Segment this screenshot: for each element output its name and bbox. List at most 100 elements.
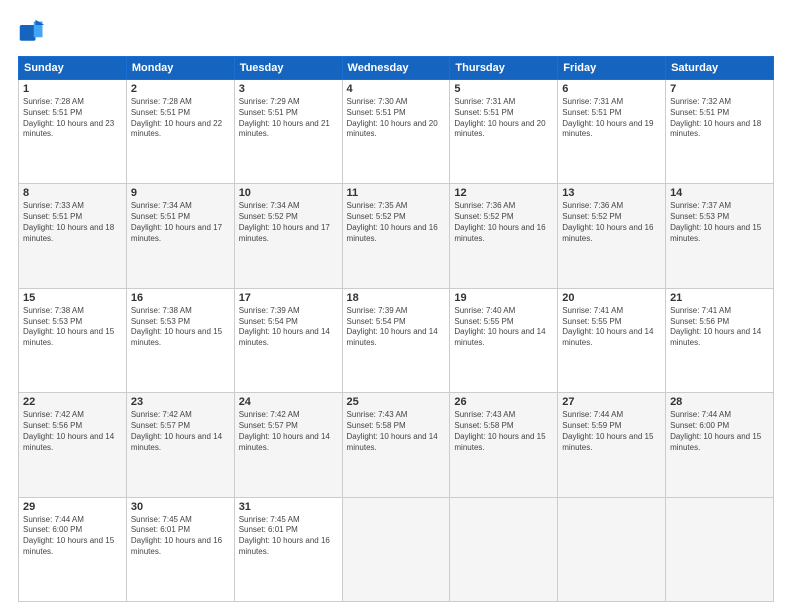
calendar-cell: 12 Sunrise: 7:36 AM Sunset: 5:52 PM Dayl…	[450, 184, 558, 288]
day-number: 27	[562, 396, 661, 408]
day-info: Sunrise: 7:41 AM Sunset: 5:55 PM Dayligh…	[562, 306, 661, 349]
calendar-cell: 19 Sunrise: 7:40 AM Sunset: 5:55 PM Dayl…	[450, 288, 558, 392]
day-number: 17	[239, 292, 338, 304]
day-info: Sunrise: 7:36 AM Sunset: 5:52 PM Dayligh…	[562, 201, 661, 244]
day-number: 14	[670, 187, 769, 199]
day-info: Sunrise: 7:42 AM Sunset: 5:57 PM Dayligh…	[131, 410, 230, 453]
day-number: 26	[454, 396, 553, 408]
header-sunday: Sunday	[19, 57, 127, 80]
calendar-cell: 4 Sunrise: 7:30 AM Sunset: 5:51 PM Dayli…	[342, 80, 450, 184]
day-info: Sunrise: 7:34 AM Sunset: 5:52 PM Dayligh…	[239, 201, 338, 244]
day-number: 6	[562, 83, 661, 95]
calendar-cell: 1 Sunrise: 7:28 AM Sunset: 5:51 PM Dayli…	[19, 80, 127, 184]
day-info: Sunrise: 7:43 AM Sunset: 5:58 PM Dayligh…	[347, 410, 446, 453]
day-info: Sunrise: 7:42 AM Sunset: 5:57 PM Dayligh…	[239, 410, 338, 453]
day-info: Sunrise: 7:45 AM Sunset: 6:01 PM Dayligh…	[131, 515, 230, 558]
calendar-cell: 18 Sunrise: 7:39 AM Sunset: 5:54 PM Dayl…	[342, 288, 450, 392]
day-info: Sunrise: 7:30 AM Sunset: 5:51 PM Dayligh…	[347, 97, 446, 140]
calendar-cell: 25 Sunrise: 7:43 AM Sunset: 5:58 PM Dayl…	[342, 393, 450, 497]
day-number: 24	[239, 396, 338, 408]
logo-icon	[18, 18, 46, 46]
header-monday: Monday	[126, 57, 234, 80]
day-number: 28	[670, 396, 769, 408]
day-info: Sunrise: 7:31 AM Sunset: 5:51 PM Dayligh…	[562, 97, 661, 140]
day-info: Sunrise: 7:44 AM Sunset: 6:00 PM Dayligh…	[670, 410, 769, 453]
day-info: Sunrise: 7:37 AM Sunset: 5:53 PM Dayligh…	[670, 201, 769, 244]
day-number: 30	[131, 501, 230, 513]
day-info: Sunrise: 7:40 AM Sunset: 5:55 PM Dayligh…	[454, 306, 553, 349]
calendar-cell: 29 Sunrise: 7:44 AM Sunset: 6:00 PM Dayl…	[19, 497, 127, 601]
calendar-cell: 30 Sunrise: 7:45 AM Sunset: 6:01 PM Dayl…	[126, 497, 234, 601]
calendar-week-row: 15 Sunrise: 7:38 AM Sunset: 5:53 PM Dayl…	[19, 288, 774, 392]
day-number: 31	[239, 501, 338, 513]
day-info: Sunrise: 7:39 AM Sunset: 5:54 PM Dayligh…	[347, 306, 446, 349]
day-info: Sunrise: 7:39 AM Sunset: 5:54 PM Dayligh…	[239, 306, 338, 349]
day-info: Sunrise: 7:45 AM Sunset: 6:01 PM Dayligh…	[239, 515, 338, 558]
day-info: Sunrise: 7:42 AM Sunset: 5:56 PM Dayligh…	[23, 410, 122, 453]
day-number: 11	[347, 187, 446, 199]
calendar-cell	[450, 497, 558, 601]
weekday-header-row: Sunday Monday Tuesday Wednesday Thursday…	[19, 57, 774, 80]
calendar-cell: 8 Sunrise: 7:33 AM Sunset: 5:51 PM Dayli…	[19, 184, 127, 288]
day-info: Sunrise: 7:44 AM Sunset: 6:00 PM Dayligh…	[23, 515, 122, 558]
calendar-cell: 26 Sunrise: 7:43 AM Sunset: 5:58 PM Dayl…	[450, 393, 558, 497]
calendar-cell: 6 Sunrise: 7:31 AM Sunset: 5:51 PM Dayli…	[558, 80, 666, 184]
calendar-cell: 7 Sunrise: 7:32 AM Sunset: 5:51 PM Dayli…	[666, 80, 774, 184]
day-number: 1	[23, 83, 122, 95]
day-number: 2	[131, 83, 230, 95]
calendar-cell: 15 Sunrise: 7:38 AM Sunset: 5:53 PM Dayl…	[19, 288, 127, 392]
day-number: 18	[347, 292, 446, 304]
day-info: Sunrise: 7:28 AM Sunset: 5:51 PM Dayligh…	[23, 97, 122, 140]
calendar-cell	[342, 497, 450, 601]
day-number: 10	[239, 187, 338, 199]
day-number: 15	[23, 292, 122, 304]
calendar-week-row: 1 Sunrise: 7:28 AM Sunset: 5:51 PM Dayli…	[19, 80, 774, 184]
day-number: 25	[347, 396, 446, 408]
header-wednesday: Wednesday	[342, 57, 450, 80]
header	[18, 18, 774, 46]
day-number: 3	[239, 83, 338, 95]
calendar-cell: 13 Sunrise: 7:36 AM Sunset: 5:52 PM Dayl…	[558, 184, 666, 288]
calendar-cell	[666, 497, 774, 601]
day-number: 4	[347, 83, 446, 95]
header-saturday: Saturday	[666, 57, 774, 80]
header-friday: Friday	[558, 57, 666, 80]
day-info: Sunrise: 7:34 AM Sunset: 5:51 PM Dayligh…	[131, 201, 230, 244]
day-info: Sunrise: 7:28 AM Sunset: 5:51 PM Dayligh…	[131, 97, 230, 140]
day-number: 7	[670, 83, 769, 95]
day-number: 23	[131, 396, 230, 408]
calendar-cell: 9 Sunrise: 7:34 AM Sunset: 5:51 PM Dayli…	[126, 184, 234, 288]
calendar-week-row: 29 Sunrise: 7:44 AM Sunset: 6:00 PM Dayl…	[19, 497, 774, 601]
day-info: Sunrise: 7:36 AM Sunset: 5:52 PM Dayligh…	[454, 201, 553, 244]
day-info: Sunrise: 7:29 AM Sunset: 5:51 PM Dayligh…	[239, 97, 338, 140]
day-number: 9	[131, 187, 230, 199]
day-number: 19	[454, 292, 553, 304]
calendar-cell: 3 Sunrise: 7:29 AM Sunset: 5:51 PM Dayli…	[234, 80, 342, 184]
calendar-table: Sunday Monday Tuesday Wednesday Thursday…	[18, 56, 774, 602]
calendar-cell: 2 Sunrise: 7:28 AM Sunset: 5:51 PM Dayli…	[126, 80, 234, 184]
calendar-week-row: 22 Sunrise: 7:42 AM Sunset: 5:56 PM Dayl…	[19, 393, 774, 497]
calendar-cell: 11 Sunrise: 7:35 AM Sunset: 5:52 PM Dayl…	[342, 184, 450, 288]
calendar-cell: 22 Sunrise: 7:42 AM Sunset: 5:56 PM Dayl…	[19, 393, 127, 497]
day-info: Sunrise: 7:41 AM Sunset: 5:56 PM Dayligh…	[670, 306, 769, 349]
calendar-cell: 10 Sunrise: 7:34 AM Sunset: 5:52 PM Dayl…	[234, 184, 342, 288]
calendar-cell	[558, 497, 666, 601]
day-number: 22	[23, 396, 122, 408]
calendar-cell: 27 Sunrise: 7:44 AM Sunset: 5:59 PM Dayl…	[558, 393, 666, 497]
day-info: Sunrise: 7:43 AM Sunset: 5:58 PM Dayligh…	[454, 410, 553, 453]
day-number: 5	[454, 83, 553, 95]
calendar-cell: 14 Sunrise: 7:37 AM Sunset: 5:53 PM Dayl…	[666, 184, 774, 288]
day-info: Sunrise: 7:33 AM Sunset: 5:51 PM Dayligh…	[23, 201, 122, 244]
logo	[18, 18, 50, 46]
calendar-week-row: 8 Sunrise: 7:33 AM Sunset: 5:51 PM Dayli…	[19, 184, 774, 288]
calendar-cell: 5 Sunrise: 7:31 AM Sunset: 5:51 PM Dayli…	[450, 80, 558, 184]
header-tuesday: Tuesday	[234, 57, 342, 80]
day-number: 12	[454, 187, 553, 199]
day-info: Sunrise: 7:35 AM Sunset: 5:52 PM Dayligh…	[347, 201, 446, 244]
day-info: Sunrise: 7:31 AM Sunset: 5:51 PM Dayligh…	[454, 97, 553, 140]
calendar-cell: 21 Sunrise: 7:41 AM Sunset: 5:56 PM Dayl…	[666, 288, 774, 392]
calendar-cell: 23 Sunrise: 7:42 AM Sunset: 5:57 PM Dayl…	[126, 393, 234, 497]
day-number: 21	[670, 292, 769, 304]
page: Sunday Monday Tuesday Wednesday Thursday…	[0, 0, 792, 612]
day-number: 8	[23, 187, 122, 199]
